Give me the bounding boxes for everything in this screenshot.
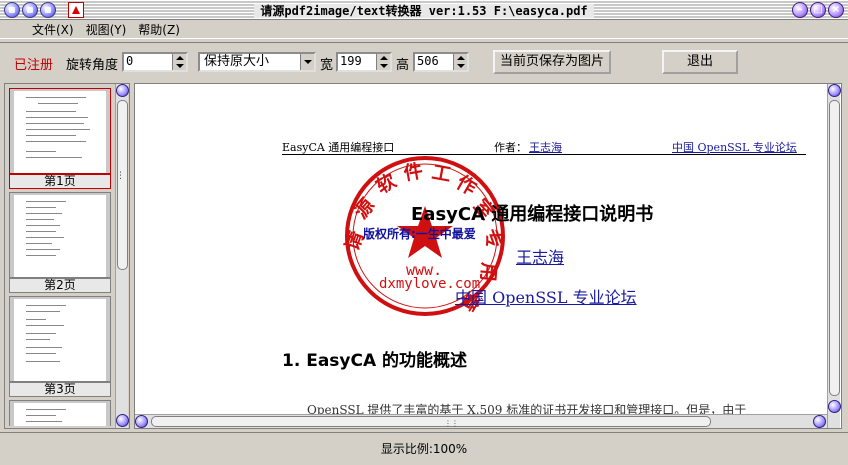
height-label: 高: [396, 58, 410, 73]
header-author-link[interactable]: 王志海: [529, 139, 562, 155]
menu-view[interactable]: 视图(Y): [84, 21, 129, 38]
thumbnail-label: 第3页: [9, 382, 111, 397]
zoom-status: 显示比例:100%: [380, 442, 468, 456]
status-bar: 显示比例:100%: [0, 432, 848, 462]
pane-splitter-grip[interactable]: ⋮: [116, 172, 125, 188]
svg-text:源: 源: [349, 194, 379, 223]
thumbnail-label: 第1页: [9, 174, 111, 189]
menu-help[interactable]: 帮助(Z): [136, 21, 182, 38]
thumbnail-page-4[interactable]: [9, 400, 111, 426]
registered-label: 已注册: [14, 58, 54, 73]
header-left: EasyCA 通用编程接口: [282, 141, 395, 154]
scroll-down-button[interactable]: [828, 400, 841, 413]
scroll-thumb[interactable]: ⋮⋮: [151, 416, 711, 428]
exit-button[interactable]: 退出: [662, 50, 738, 74]
rotate-spin-arrows[interactable]: [172, 54, 186, 70]
document-horizontal-scrollbar[interactable]: ⋮⋮: [135, 414, 827, 428]
menu-bar: 文件(X) 视图(Y) 帮助(Z): [0, 21, 848, 39]
page-header: EasyCA 通用编程接口 作者： 王志海 中国 OpenSSL 专业论坛: [282, 139, 806, 155]
size-mode-select[interactable]: 保持原大小: [198, 52, 316, 72]
section-heading: 1. EasyCA 的功能概述: [282, 351, 468, 371]
scroll-up-button[interactable]: [828, 84, 841, 97]
scroll-left-button[interactable]: [135, 415, 148, 428]
height-spin-arrows[interactable]: [453, 54, 467, 70]
minimize-button[interactable]: –: [792, 2, 808, 18]
thumbnail-page-1[interactable]: 第1页: [9, 88, 111, 189]
thumbnail-page-2[interactable]: 第2页: [9, 192, 111, 293]
rotate-angle-spinbox[interactable]: 0: [122, 52, 188, 72]
width-spinbox[interactable]: 199: [336, 52, 392, 72]
chevron-down-icon[interactable]: [300, 54, 314, 70]
thumbnail-scrollbar[interactable]: [115, 84, 129, 428]
document-title: EasyCA 通用编程接口说明书: [411, 204, 654, 225]
thumbnail-list: 第1页 第2页 第3页: [7, 86, 113, 426]
menu-file[interactable]: 文件(X): [30, 21, 76, 38]
title-bar: 请源pdf2image/text转换器 ver:1.53 F:\easyca.p…: [0, 0, 848, 20]
document-view: EasyCA 通用编程接口 作者： 王志海 中国 OpenSSL 专业论坛 请 …: [134, 83, 842, 429]
close-button[interactable]: ×: [828, 2, 844, 18]
copyright-watermark: 版权所有:一生中最爱: [363, 227, 476, 241]
header-forum-link[interactable]: 中国 OpenSSL 专业论坛: [672, 139, 797, 155]
width-value: 199: [340, 54, 362, 68]
maximize-button[interactable]: □: [810, 2, 826, 18]
header-author-label: 作者：: [494, 141, 527, 154]
thumbnail-image: [9, 88, 111, 174]
rotate-label: 旋转角度: [66, 58, 119, 73]
app-window: 请源pdf2image/text转换器 ver:1.53 F:\easyca.p…: [0, 0, 848, 465]
width-label: 宽: [320, 58, 334, 73]
scroll-down-button[interactable]: [116, 414, 129, 427]
document-author-link[interactable]: 王志海: [516, 244, 564, 268]
thumbnail-image: [9, 192, 111, 278]
window-title: 请源pdf2image/text转换器 ver:1.53 F:\easyca.p…: [254, 4, 594, 18]
thumbnail-image: [9, 296, 111, 382]
scroll-up-button[interactable]: [116, 84, 129, 97]
save-page-as-image-button[interactable]: 当前页保存为图片: [493, 50, 611, 74]
svg-text:件: 件: [402, 159, 425, 185]
thumbnail-page-3[interactable]: 第3页: [9, 296, 111, 397]
toolbar: 已注册 旋转角度 0 保持原大小 宽 199 高 506 当前页保存为图片 退出: [0, 42, 848, 80]
pdf-page: EasyCA 通用编程接口 作者： 王志海 中国 OpenSSL 专业论坛 请 …: [135, 84, 827, 414]
width-spin-arrows[interactable]: [376, 54, 390, 70]
scroll-right-button[interactable]: [813, 415, 826, 428]
svg-text:工: 工: [430, 161, 453, 186]
thumbnail-pane: 第1页 第2页 第3页: [4, 83, 130, 429]
document-vertical-scrollbar[interactable]: [827, 84, 841, 428]
thumbnail-label: 第2页: [9, 278, 111, 293]
scroll-thumb[interactable]: [829, 100, 840, 396]
height-spinbox[interactable]: 506: [413, 52, 469, 72]
rotate-angle-value: 0: [126, 54, 134, 68]
paragraph-text: OpenSSL 提供了丰富的基于 X.509 标准的证书开发接口和管理接口。但是…: [307, 403, 747, 414]
height-value: 506: [417, 54, 439, 68]
thumbnail-image: [9, 400, 111, 426]
document-forum-link[interactable]: 中国 OpenSSL 专业论坛: [455, 284, 637, 308]
size-mode-value: 保持原大小: [204, 54, 270, 69]
